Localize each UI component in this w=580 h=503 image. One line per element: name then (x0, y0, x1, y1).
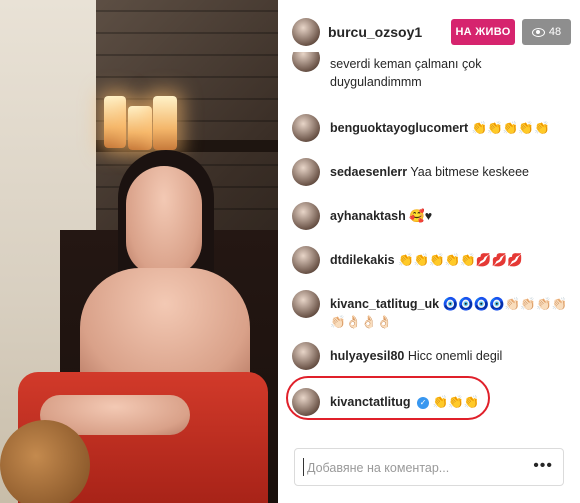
comment-body: sedaesenlerr Yaa bitmese keskeee (330, 163, 572, 181)
comment-body: ayhanaktash 🥰♥ (330, 207, 572, 225)
comment-input-box[interactable]: ••• (294, 448, 564, 486)
comment-text: 🥰♥ (409, 209, 433, 223)
comment-username[interactable]: kivanc_tatlitug_uk (330, 297, 439, 311)
candle (153, 96, 177, 150)
avatar[interactable] (292, 202, 320, 230)
live-header: burcu_ozsoy1 НА ЖИВО 48 (278, 0, 580, 60)
avatar[interactable] (292, 52, 320, 72)
comment-username[interactable]: benguoktayoglucomert (330, 121, 468, 135)
highlight-ring (286, 376, 490, 420)
comment-username[interactable]: hulyayesil80 (330, 349, 404, 363)
comment-text: 👏👏👏👏👏 (471, 121, 550, 135)
viewer-count-badge[interactable]: 48 (522, 19, 571, 45)
comment-body: kivanc_tatlitug_uk 🧿🧿🧿🧿👏🏻👏🏻👏🏻👏🏻👏🏻👌🏻👌🏻👌🏻 (330, 295, 572, 331)
comment-body: hulyayesil80 Hicc onemli degil (330, 347, 572, 365)
neck-shoulders (80, 268, 250, 388)
comment-text: Yaa bitmese keskeee (410, 165, 529, 179)
instrument (0, 420, 90, 503)
avatar[interactable] (292, 158, 320, 186)
avatar[interactable] (292, 342, 320, 370)
comment-username[interactable]: sedaesenlerr (330, 165, 407, 179)
comment-body: dtdilekakis 👏👏👏👏👏💋💋💋 (330, 251, 572, 269)
candle (128, 106, 152, 150)
live-panel: burcu_ozsoy1 НА ЖИВО 48 severdi keman ça… (278, 0, 580, 503)
viewer-count: 48 (548, 26, 562, 38)
avatar[interactable] (292, 114, 320, 142)
comment-username[interactable]: ayhanaktash (330, 209, 406, 223)
avatar[interactable] (292, 290, 320, 318)
comment-input[interactable] (305, 458, 529, 478)
comment-username[interactable]: dtdilekakis (330, 253, 395, 267)
more-options-icon[interactable]: ••• (533, 457, 553, 475)
text-cursor (303, 458, 304, 476)
comment-body: severdi keman çalmanı çok duygulandimmm (330, 55, 572, 91)
comment-text: severdi keman çalmanı çok duygulandimmm (330, 57, 482, 89)
avatar[interactable] (292, 246, 320, 274)
eye-icon (531, 27, 545, 37)
comment-body: benguoktayoglucomert 👏👏👏👏👏 (330, 119, 572, 137)
live-video[interactable] (0, 0, 278, 503)
host-username[interactable]: burcu_ozsoy1 (328, 24, 422, 40)
live-badge: НА ЖИВО (451, 19, 515, 45)
face (126, 166, 202, 276)
host-avatar[interactable] (292, 18, 320, 46)
comment-text: 👏👏👏👏👏💋💋💋 (398, 253, 523, 267)
comment-text: Hicc onemli degil (407, 349, 503, 363)
candle (104, 96, 126, 148)
